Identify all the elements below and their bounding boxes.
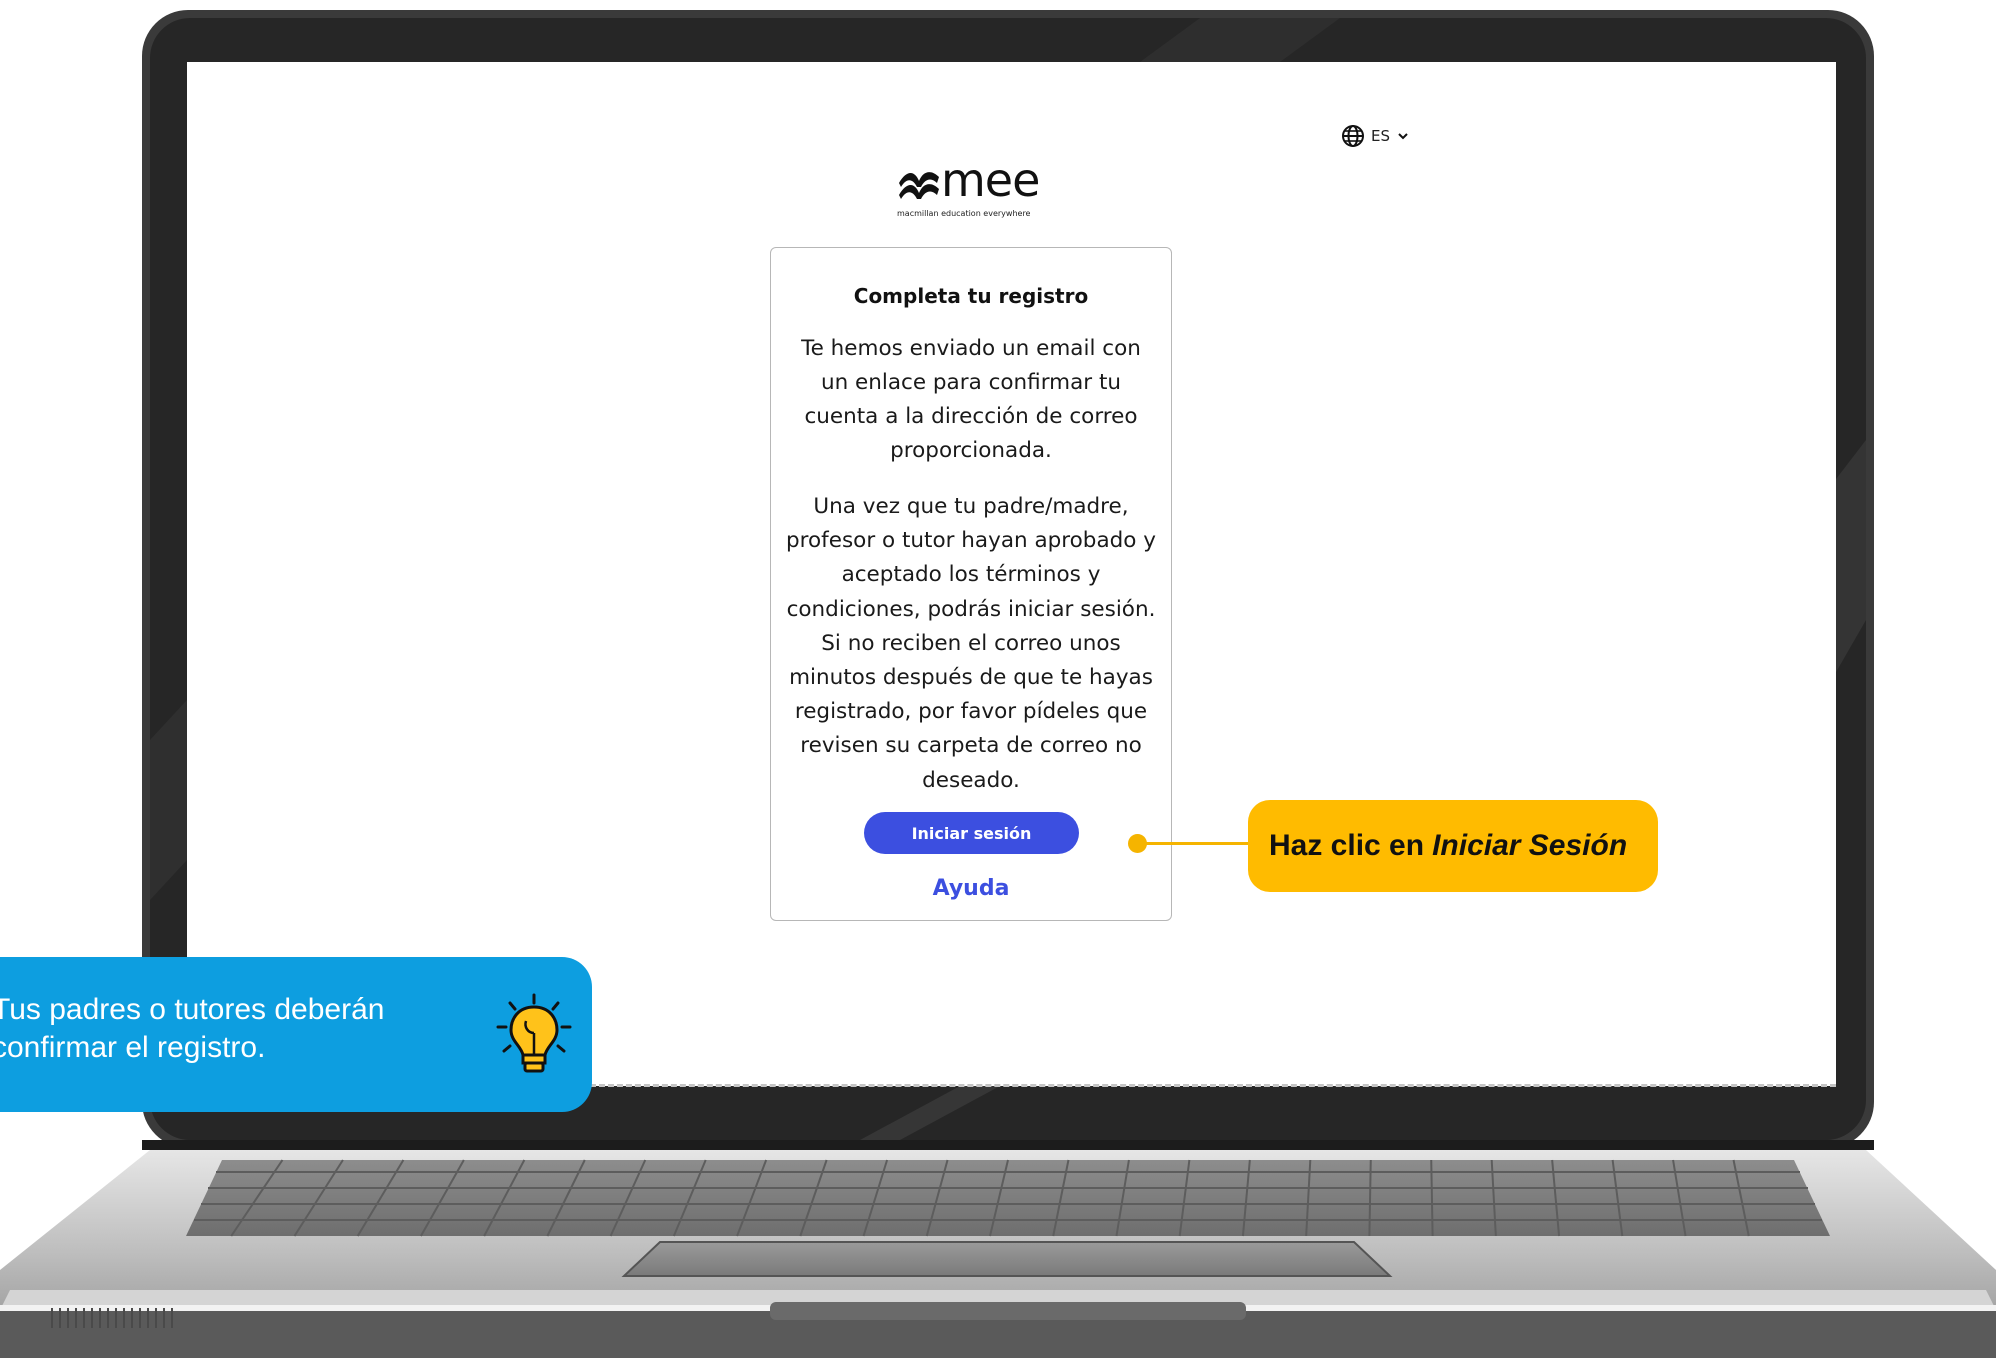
language-selector[interactable]: ES (1341, 124, 1409, 148)
card-title: Completa tu registro (853, 284, 1089, 308)
globe-icon (1342, 125, 1364, 147)
help-link[interactable]: Ayuda (771, 876, 1171, 901)
callout-emphasis: Iniciar Sesión (1432, 829, 1628, 862)
registration-card: Completa tu registro Te hemos enviado un… (770, 247, 1172, 921)
confirmation-message: Te hemos enviado un email con un enlace … (801, 336, 1141, 463)
language-label: ES (1371, 127, 1390, 145)
chevron-down-icon (1398, 133, 1408, 140)
callout-prefix: Haz clic en (1269, 829, 1425, 862)
screen-divider (590, 1084, 1836, 1087)
logo-wordmark: mee (941, 153, 1040, 207)
mee-logo: mee macmillan education everywhere (897, 153, 1057, 229)
callout-pointer (1128, 834, 1147, 853)
tip-box: Tus padres o tutores deberán confirmar e… (0, 957, 592, 1112)
login-button[interactable]: Iniciar sesión (864, 812, 1079, 854)
trackpad (621, 1241, 1393, 1277)
tip-text: Tus padres o tutores deberán confirmar e… (0, 993, 385, 1064)
instruction-callout: Haz clic en Iniciar Sesión (1248, 800, 1658, 892)
tutorial-slide: ES mee macmillan education everywhere Co… (0, 0, 1996, 1358)
lightbulb-icon (496, 993, 572, 1073)
mee-logo-mark (899, 172, 939, 199)
approval-message: Una vez que tu padre/madre, profesor o t… (786, 494, 1156, 793)
logo-tagline: macmillan education everywhere (897, 209, 1031, 218)
browser-screen: ES mee macmillan education everywhere Co… (187, 62, 1836, 1086)
callout-connector (1138, 842, 1248, 845)
